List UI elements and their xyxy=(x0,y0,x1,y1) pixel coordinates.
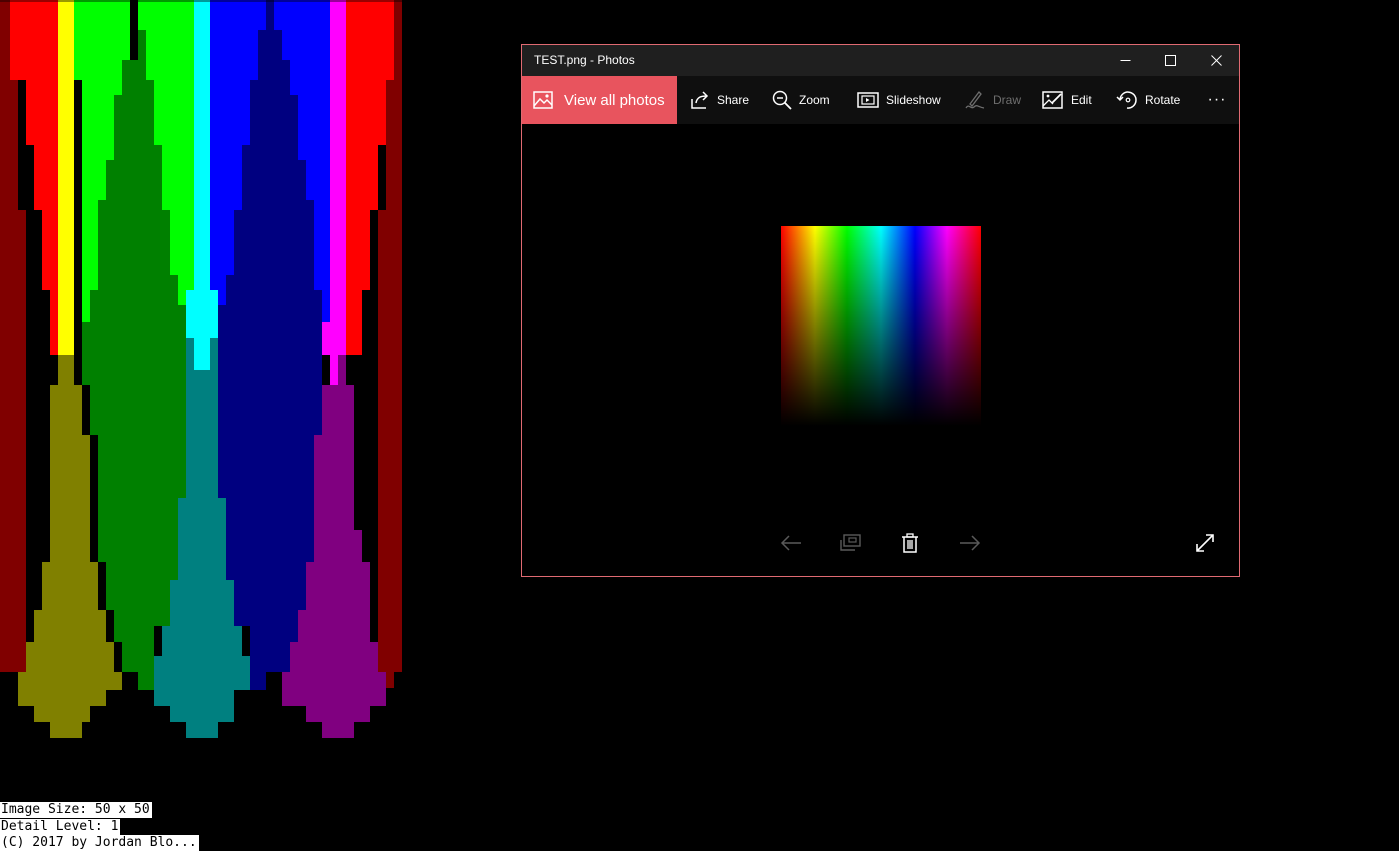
close-button[interactable] xyxy=(1193,45,1239,76)
share-button[interactable]: Share xyxy=(690,76,749,124)
minimize-icon xyxy=(1120,60,1130,61)
maximize-button[interactable] xyxy=(1147,45,1193,76)
image-viewer[interactable] xyxy=(522,124,1239,576)
slideshow-button[interactable]: Slideshow xyxy=(857,76,941,124)
console-output: Image Size: 50 x 50 Detail Level: 1 (C) … xyxy=(0,802,402,851)
displayed-photo xyxy=(781,226,981,426)
close-icon xyxy=(1210,55,1222,66)
rotate-label: Rotate xyxy=(1145,93,1181,107)
rotate-button[interactable]: Rotate xyxy=(1116,76,1180,124)
minimize-button[interactable] xyxy=(1102,45,1148,76)
view-all-photos-label: View all photos xyxy=(564,91,665,109)
photo-collection-icon xyxy=(533,91,553,109)
draw-label: Draw xyxy=(993,93,1022,107)
next-button[interactable] xyxy=(958,531,982,555)
console-line-image-size: Image Size: 50 x 50 xyxy=(0,802,152,818)
zoom-icon xyxy=(772,90,792,110)
view-all-photos-button[interactable]: View all photos xyxy=(522,76,677,124)
slideshow-mini-icon xyxy=(840,534,861,551)
slideshow-icon xyxy=(857,92,879,108)
expand-icon xyxy=(1196,534,1214,552)
previous-button[interactable] xyxy=(779,531,803,555)
fullscreen-button[interactable] xyxy=(1193,531,1217,555)
more-options-button[interactable]: ··· xyxy=(1206,76,1228,124)
console-color-render xyxy=(0,0,402,805)
console-line-copyright: (C) 2017 by Jordan Blo... xyxy=(0,835,199,851)
command-bar: View all photos Share Zoom Slideshow Dra xyxy=(522,76,1239,124)
zoom-label: Zoom xyxy=(799,93,830,107)
draw-icon xyxy=(964,90,986,110)
draw-button[interactable]: Draw xyxy=(964,76,1021,124)
edit-button[interactable]: Edit xyxy=(1042,76,1092,124)
arrow-right-icon xyxy=(960,535,981,551)
more-options-icon: ··· xyxy=(1207,91,1227,108)
trash-icon xyxy=(902,533,918,553)
share-icon xyxy=(690,91,710,109)
arrow-left-icon xyxy=(780,535,801,551)
edit-icon xyxy=(1042,91,1064,109)
share-label: Share xyxy=(717,93,750,107)
console-cursor xyxy=(120,818,151,832)
rotate-icon xyxy=(1116,89,1138,111)
slideshow-mini-button[interactable] xyxy=(839,531,863,555)
delete-button[interactable] xyxy=(898,531,922,555)
zoom-button[interactable]: Zoom xyxy=(772,76,830,124)
photos-window: TEST.png - Photos View all photos Share xyxy=(521,44,1240,577)
window-title: TEST.png - Photos xyxy=(534,53,635,67)
console-line-detail-level: Detail Level: 1 xyxy=(0,819,121,835)
maximize-icon xyxy=(1164,55,1176,66)
title-bar[interactable]: TEST.png - Photos xyxy=(522,45,1239,76)
edit-label: Edit xyxy=(1071,93,1092,107)
slideshow-label: Slideshow xyxy=(886,93,941,107)
